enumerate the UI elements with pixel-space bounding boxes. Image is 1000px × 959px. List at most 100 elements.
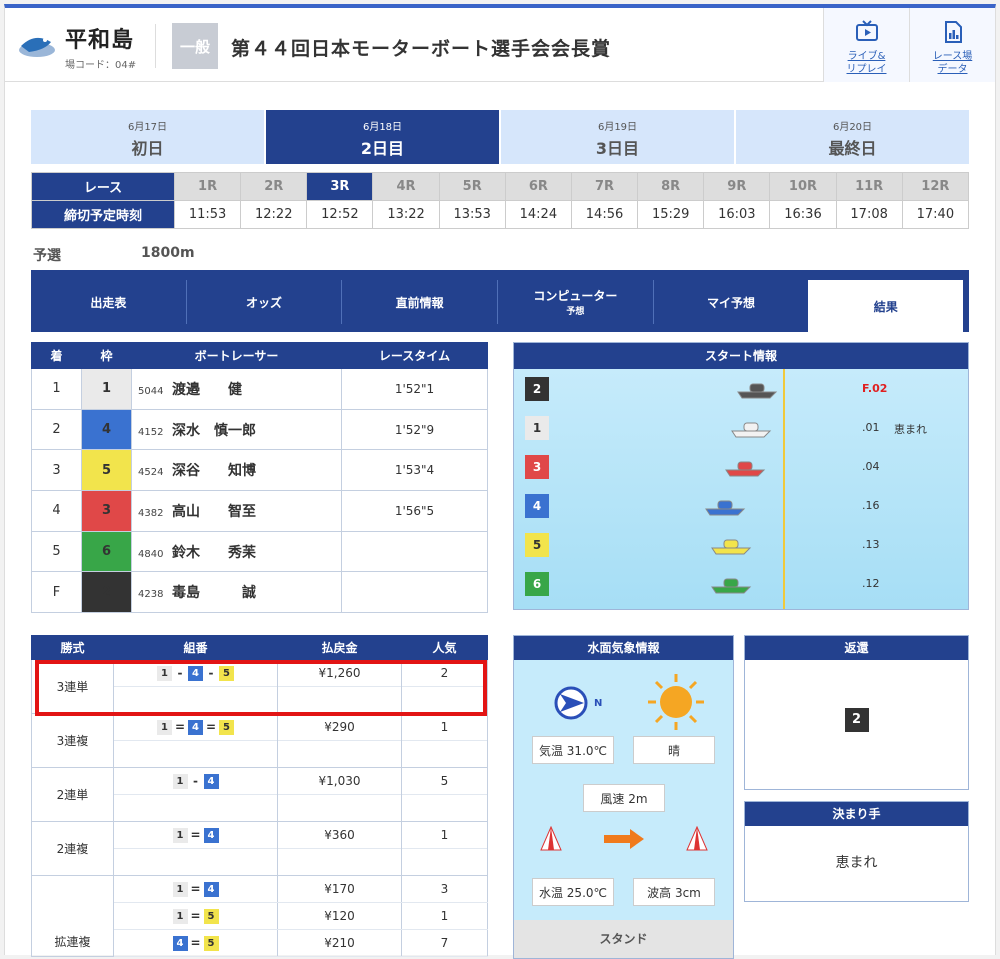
chart-doc-icon: [944, 21, 962, 43]
race-time: [341, 530, 488, 573]
race-tab-7[interactable]: 7R: [570, 172, 639, 201]
tab-entry-list[interactable]: 出走表: [31, 280, 187, 324]
race-deadline: 11:53: [173, 200, 242, 229]
day-date: 6月19日: [597, 122, 638, 133]
race-time: 1'56"5: [341, 490, 488, 532]
race-deadline: 14:56: [570, 200, 639, 229]
combination: 1 = 5: [113, 902, 278, 930]
frame-badge: 5: [81, 449, 132, 492]
race-tab-8[interactable]: 8R: [637, 172, 705, 201]
racer[interactable]: 4152 深水 慎一郎: [131, 408, 342, 451]
info-tabs: 出走表 オッズ 直前情報 コンピューター 予想 マイ予想 結果: [31, 270, 969, 332]
highlight-box: [35, 660, 487, 716]
day-tab-3[interactable]: 6月19日 3日目: [501, 110, 734, 164]
day-tab-4[interactable]: 6月20日 最終日: [736, 110, 969, 164]
combo-separator: -: [193, 773, 198, 788]
start-timing: .13: [862, 538, 880, 551]
payout-amount: ¥210: [277, 929, 402, 957]
racer[interactable]: 5044 渡邉 健: [131, 368, 342, 410]
table-row: 3 5 4524 深谷 知博 1'53"4: [31, 449, 488, 492]
buoy-icon: [686, 826, 708, 851]
venue-data-button[interactable]: レース場 データ: [909, 8, 995, 82]
racer[interactable]: 4524 深谷 知博: [131, 449, 342, 492]
race-tab-5[interactable]: 5R: [438, 172, 506, 201]
col-frame: 枠: [81, 342, 132, 369]
col-rank: 着: [31, 342, 82, 369]
popularity: 1: [401, 821, 488, 849]
start-row: 5 .13: [514, 526, 968, 566]
live-replay-label-1: ライブ&: [847, 51, 886, 62]
combo-frame: 1: [172, 881, 188, 897]
race-deadline: 17:40: [901, 200, 970, 229]
table-row: F 2 4238 毒島 誠: [31, 571, 488, 614]
weather-panel: 水面気象情報 N 気温 31.0℃ 晴 風速 2m 水温 25.0℃ 波高 3c…: [513, 635, 734, 959]
kimarite-panel: 決まり手 恵まれ: [744, 801, 969, 902]
day-date: 6月18日: [362, 122, 403, 133]
table-row: 1 1 5044 渡邉 健 1'52"1: [31, 368, 488, 410]
race-tab-3[interactable]: 3R: [306, 172, 374, 201]
tab-label: マイ予想: [707, 295, 756, 310]
race-result-page: 平和島 場コード：04# 一般 第４４回日本モーターボート選手会会長賞 ライブ&…: [4, 4, 996, 959]
rank: 3: [31, 449, 82, 492]
combination: 1 = 4: [113, 821, 278, 849]
venue-data-label-2: データ: [937, 64, 968, 75]
boat-icon: [731, 422, 772, 438]
tab-my-prediction[interactable]: マイ予想: [654, 280, 809, 324]
frame-badge: 4: [81, 408, 132, 451]
payout-row: 2連単 1-4 ¥1,030 5: [31, 767, 488, 822]
day-name: 初日: [131, 139, 164, 158]
race-tab-6[interactable]: 6R: [504, 172, 572, 201]
kimarite-title: 決まり手: [745, 802, 968, 826]
combo-frame: 5: [219, 719, 234, 735]
combo-separator: =: [190, 935, 201, 950]
tab-pre-race-info[interactable]: 直前情報: [342, 280, 499, 324]
race-tab-9[interactable]: 9R: [703, 172, 771, 201]
tab-computer-prediction[interactable]: コンピューター 予想: [498, 280, 654, 324]
start-row: 1 .01 恵まれ: [514, 409, 968, 449]
day-tab-1[interactable]: 6月17日初日: [31, 110, 264, 164]
start-frame-badge: 3: [525, 455, 549, 479]
frame-badge: 1: [81, 368, 132, 410]
frame-badge: 3: [81, 490, 132, 532]
racer[interactable]: 4840 鈴木 秀苿: [131, 530, 342, 573]
col-racer: ボートレーサー: [131, 342, 342, 369]
header: 平和島 場コード：04# 一般 第４４回日本モーターボート選手会会長賞 ライブ&…: [5, 8, 995, 82]
tab-odds[interactable]: オッズ: [187, 280, 343, 324]
race-tab-10[interactable]: 10R: [769, 172, 837, 201]
racer[interactable]: 4238 毒島 誠: [131, 571, 342, 614]
combo-frame: 1: [172, 773, 188, 789]
race-tab-2[interactable]: 2R: [240, 172, 308, 201]
race-time: 1'53"4: [341, 449, 488, 492]
table-row: 5 6 4840 鈴木 秀苿: [31, 530, 488, 573]
combo-frame: 4: [188, 719, 203, 735]
race-distance: 1800m: [141, 245, 195, 261]
boat-icon: [711, 578, 752, 594]
tab-results[interactable]: 結果: [808, 280, 964, 332]
day-tab-2[interactable]: 6月18日 2日目: [266, 110, 499, 164]
tab-label: 出走表: [90, 295, 127, 310]
combo-frame: 4: [203, 827, 219, 843]
combo-separator: =: [205, 719, 217, 734]
tab-label: オッズ: [246, 295, 283, 310]
race-tab-11[interactable]: 11R: [835, 172, 903, 201]
racer-reg-number: 4238: [138, 589, 164, 601]
rank: 5: [31, 530, 82, 573]
race-tab-12[interactable]: 12R: [901, 172, 970, 201]
buoy-icon: [540, 826, 562, 851]
racer[interactable]: 4382 高山 智至: [131, 490, 342, 532]
start-timing: .01: [862, 421, 880, 434]
start-timing: F.02: [862, 382, 888, 395]
race-tab-4[interactable]: 4R: [372, 172, 440, 201]
day-date: 6月17日: [127, 122, 168, 133]
combination: 4 = 5: [113, 929, 278, 957]
refund-title: 返還: [745, 636, 968, 660]
popularity: 7: [401, 929, 488, 957]
rank: 4: [31, 490, 82, 532]
day-name: 3日目: [595, 139, 640, 158]
live-replay-button[interactable]: ライブ& リプレイ: [823, 8, 909, 82]
col-payout: 払戻金: [277, 635, 402, 660]
race-tab-1[interactable]: 1R: [173, 172, 242, 201]
weather-title: 水面気象情報: [514, 636, 733, 660]
racer-reg-number: 4382: [138, 507, 164, 519]
refund-panel: 返還 2: [744, 635, 969, 790]
